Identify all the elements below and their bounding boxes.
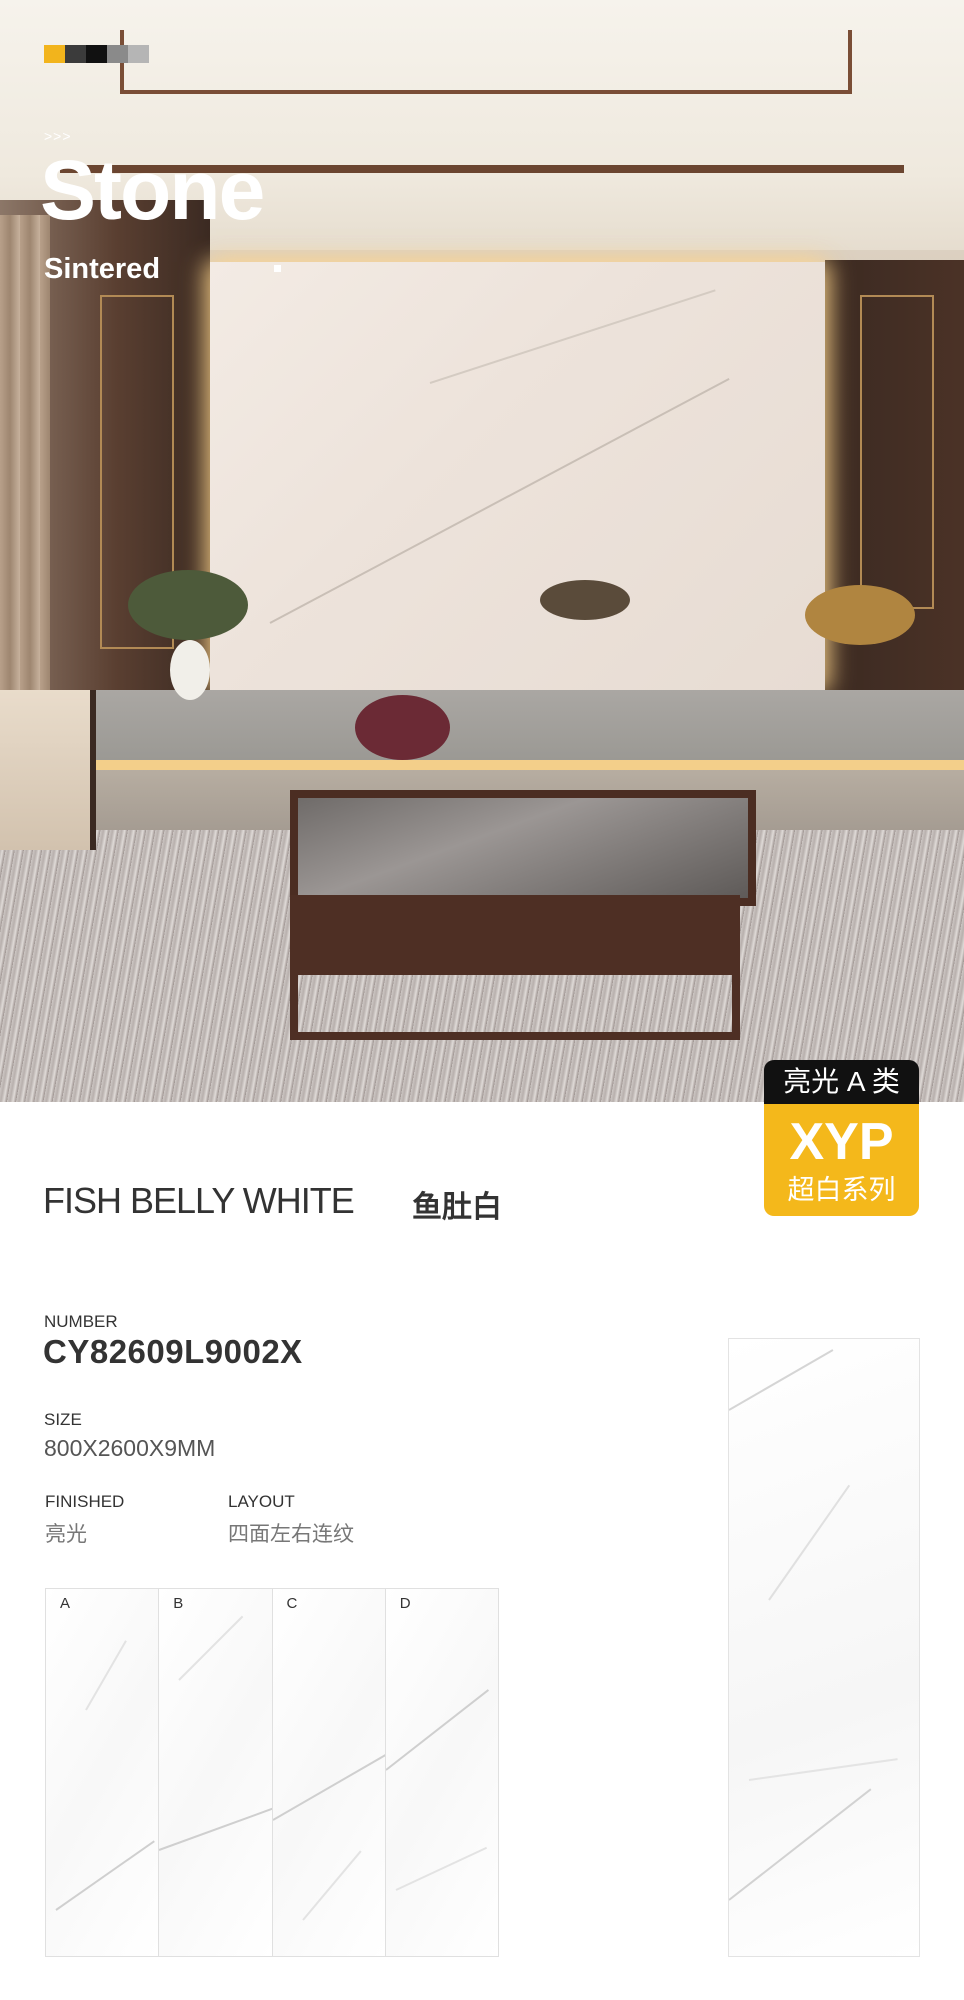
plant-left — [128, 570, 248, 640]
hero-title: Stone — [40, 143, 265, 237]
swatch-4 — [107, 45, 128, 63]
swatch-3 — [86, 45, 107, 63]
coffee-table-top — [290, 790, 756, 906]
product-name-cn: 鱼肚白 — [412, 1191, 502, 1224]
swatch-2 — [65, 45, 86, 63]
tile-label: C — [286, 1595, 298, 1612]
color-swatches — [44, 45, 149, 63]
tile-label: D — [399, 1595, 411, 1612]
coffee-table-drawer — [290, 895, 740, 975]
tile-b: B — [158, 1588, 272, 1957]
swatch-5 — [128, 45, 149, 63]
curtain — [0, 215, 50, 705]
finished-value: 亮光 — [45, 1523, 87, 1546]
vase-left — [170, 640, 210, 700]
size-label: SIZE — [44, 1410, 82, 1429]
slab-preview — [728, 1338, 920, 1957]
finished-label: FINISHED — [45, 1492, 125, 1511]
led-strip — [80, 760, 964, 770]
layout-label: LAYOUT — [228, 1492, 295, 1511]
ceiling-frame — [120, 30, 852, 94]
bonsai — [540, 580, 630, 620]
arrows-icon: >>> — [44, 128, 72, 144]
tile-label: A — [60, 1595, 71, 1612]
hero-subtitle: Sintered — [44, 253, 161, 285]
tile-c: C — [271, 1588, 385, 1957]
badge-main: XYP 超白系列 — [764, 1104, 919, 1216]
layout-tiles: A B C D — [45, 1588, 499, 1957]
product-name-en: FISH BELLY WHITE — [43, 1180, 355, 1221]
badge-grade: 亮光 A 类 — [764, 1060, 919, 1104]
tile-label: B — [173, 1595, 184, 1612]
tile-d: D — [384, 1588, 499, 1957]
brand-badge: 亮光 A 类 XYP 超白系列 — [764, 1060, 919, 1216]
marble-feature-wall — [210, 262, 825, 690]
armchair — [0, 690, 96, 850]
swatch-1 — [44, 45, 65, 63]
flowers — [355, 695, 450, 760]
tile-a: A — [45, 1588, 159, 1957]
gold-decor — [805, 585, 915, 645]
badge-brand: XYP — [789, 1113, 894, 1171]
number-value: CY82609L9002X — [43, 1333, 303, 1370]
dot-marker — [274, 265, 281, 272]
coffee-table-legs — [290, 975, 740, 1040]
number-label: NUMBER — [44, 1312, 118, 1331]
tv-cabinet — [60, 690, 964, 760]
hero-room-photo: >>> Stone Sintered — [0, 0, 964, 1102]
layout-value: 四面左右连纹 — [228, 1523, 354, 1546]
badge-series: 超白系列 — [787, 1175, 896, 1205]
size-value: 800X2600X9MM — [44, 1435, 216, 1461]
